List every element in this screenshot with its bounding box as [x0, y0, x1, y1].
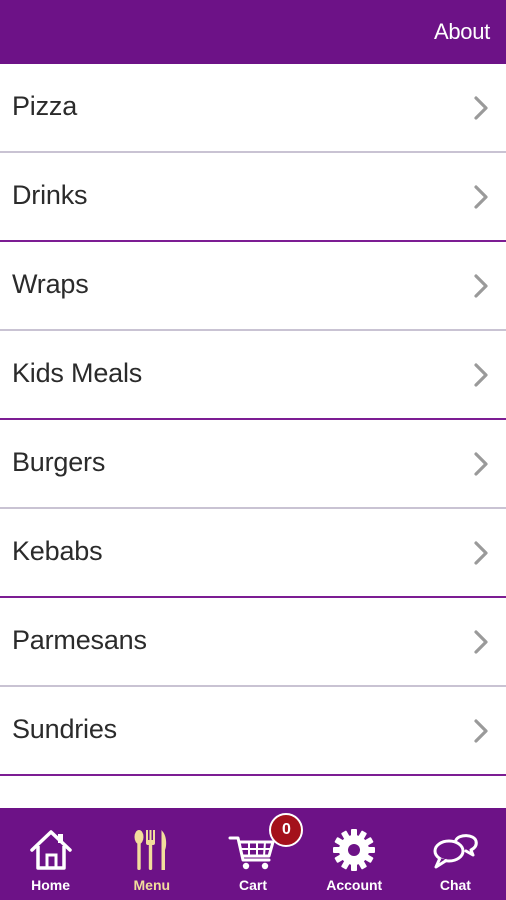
- bottom-tab-bar: Home Menu 0 Cart Account Chat: [0, 808, 506, 900]
- menu-item-drinks[interactable]: Drinks: [0, 153, 506, 242]
- chevron-right-icon: [472, 718, 490, 744]
- chevron-right-icon: [472, 184, 490, 210]
- menu-item-label: Kebabs: [12, 536, 103, 566]
- menu-item-sundries[interactable]: Sundries: [0, 687, 506, 776]
- chevron-right-icon: [472, 273, 490, 299]
- app-screen: About Pizza Drinks Wraps Kids Meals Burg…: [0, 0, 506, 900]
- tab-account[interactable]: Account: [304, 808, 405, 900]
- fork-knife-icon: [127, 826, 177, 874]
- tab-home[interactable]: Home: [0, 808, 101, 900]
- tab-label: Menu: [133, 877, 171, 893]
- tab-label: Chat: [439, 877, 471, 893]
- menu-item-wraps[interactable]: Wraps: [0, 242, 506, 331]
- menu-item-label: Drinks: [12, 180, 88, 210]
- tab-chat[interactable]: Chat: [405, 808, 506, 900]
- menu-item-label: Pizza: [12, 91, 78, 121]
- chat-icon: [430, 826, 480, 874]
- menu-item-label: Burgers: [12, 447, 106, 477]
- menu-item-kids-meals[interactable]: Kids Meals: [0, 331, 506, 420]
- chevron-right-icon: [472, 95, 490, 121]
- chevron-right-icon: [472, 451, 490, 477]
- chevron-right-icon: [472, 362, 490, 388]
- tab-label: Cart: [239, 877, 268, 893]
- menu-item-label: Sundries: [12, 714, 117, 744]
- menu-category-list[interactable]: Pizza Drinks Wraps Kids Meals Burgers Ke…: [0, 64, 506, 808]
- home-icon: [26, 826, 76, 874]
- tab-label: Account: [326, 877, 383, 893]
- cart-count-badge: 0: [269, 813, 304, 847]
- menu-item-partial[interactable]: [0, 776, 506, 808]
- gear-icon: [329, 826, 379, 874]
- menu-item-label: Parmesans: [12, 625, 147, 655]
- tab-cart[interactable]: 0 Cart: [202, 808, 304, 900]
- menu-item-label: Kids Meals: [12, 358, 143, 388]
- about-link[interactable]: About: [434, 19, 490, 45]
- top-bar: About: [0, 0, 506, 64]
- chevron-right-icon: [472, 540, 490, 566]
- tab-label: Home: [31, 877, 71, 893]
- menu-item-pizza[interactable]: Pizza: [0, 64, 506, 153]
- menu-item-parmesans[interactable]: Parmesans: [0, 598, 506, 687]
- menu-item-label: Wraps: [12, 269, 89, 299]
- chevron-right-icon: [472, 629, 490, 655]
- tab-menu[interactable]: Menu: [101, 808, 202, 900]
- menu-item-kebabs[interactable]: Kebabs: [0, 509, 506, 598]
- menu-item-burgers[interactable]: Burgers: [0, 420, 506, 509]
